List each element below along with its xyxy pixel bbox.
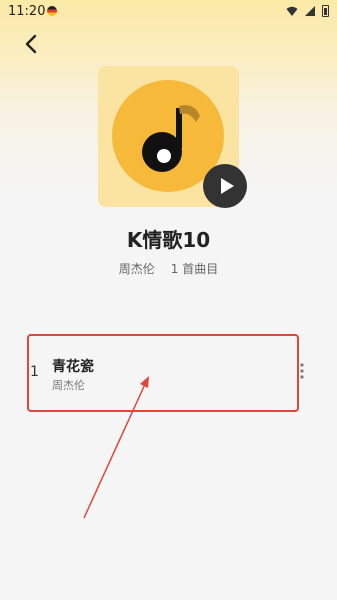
song-title: 青花瓷: [52, 359, 94, 375]
status-time: 11:20: [8, 4, 46, 19]
app-notification-icon: [47, 6, 57, 16]
playlist-meta: 周杰伦 1 首曲目: [0, 260, 337, 277]
more-vertical-icon[interactable]: [299, 362, 305, 380]
back-arrow-icon[interactable]: [20, 32, 44, 56]
wifi-icon: [286, 6, 298, 16]
playlist-page: 11:20 K情歌10 周杰伦 1 首曲目 1 青花瓷 周杰伦: [0, 0, 337, 600]
song-artist: 周杰伦: [52, 379, 85, 392]
play-button[interactable]: [203, 164, 247, 208]
track-count: 1 首曲目: [170, 262, 219, 276]
playlist-title: K情歌10: [126, 228, 211, 252]
song-row[interactable]: 1 青花瓷 周杰伦: [27, 334, 299, 412]
status-icons: [286, 5, 329, 17]
signal-icon: [305, 6, 315, 16]
song-index: 1: [30, 364, 39, 380]
playlist-artist[interactable]: 周杰伦: [119, 262, 155, 276]
music-note-icon: [142, 105, 200, 172]
battery-icon: [322, 5, 329, 17]
play-icon: [220, 178, 234, 194]
status-bar: 11:20: [0, 0, 337, 24]
